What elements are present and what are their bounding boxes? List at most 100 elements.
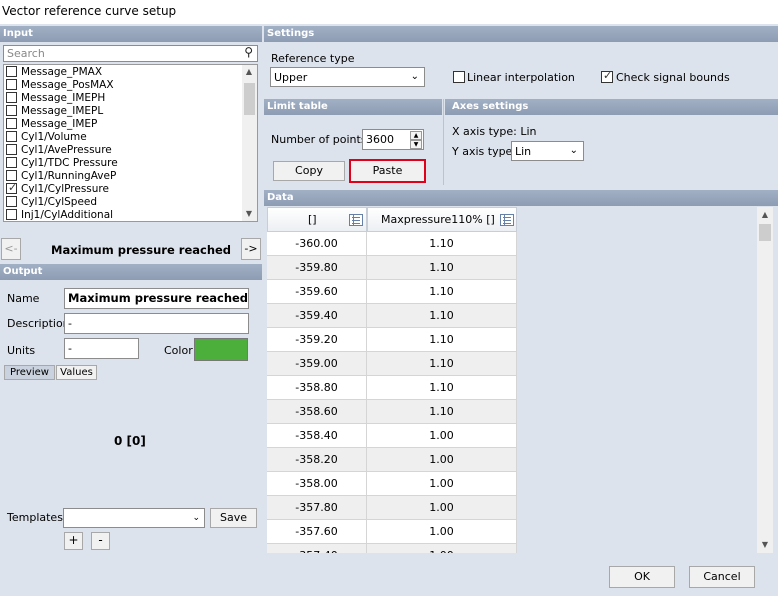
table-cell-maxpressure[interactable]: 1.10: [367, 232, 517, 256]
table-cell-x[interactable]: -358.20: [267, 448, 367, 472]
units-label: Units: [7, 344, 36, 357]
scroll-down-icon[interactable]: ▼: [758, 540, 772, 550]
list-item[interactable]: Inj1/CylAdditional: [4, 209, 244, 221]
reference-type-value: Upper: [274, 71, 308, 84]
search-input[interactable]: Search ⚲: [3, 45, 258, 62]
points-stepper[interactable]: 3600 ▲ ▼: [362, 129, 424, 150]
list-item-checkbox[interactable]: [6, 66, 17, 77]
table-cell-maxpressure[interactable]: 1.10: [367, 400, 517, 424]
list-item-checkbox[interactable]: [6, 170, 17, 181]
list-item[interactable]: Cyl1/RunningAveP: [4, 170, 244, 183]
save-template-button[interactable]: Save: [210, 508, 257, 528]
list-item[interactable]: Message_IMEPL: [4, 105, 244, 118]
list-item[interactable]: Cyl1/AvePressure: [4, 144, 244, 157]
list-item-checkbox[interactable]: [6, 157, 17, 168]
list-scrollbar[interactable]: ▲ ▼: [242, 65, 257, 221]
table-cell-maxpressure[interactable]: 1.00: [367, 448, 517, 472]
column-menu-icon[interactable]: [500, 214, 514, 226]
points-value: 3600: [366, 133, 394, 146]
table-cell-x[interactable]: -357.40: [267, 544, 367, 553]
prev-signal-button[interactable]: <-: [1, 238, 21, 260]
table-cell-maxpressure[interactable]: 1.10: [367, 256, 517, 280]
column-header-x[interactable]: []: [267, 207, 367, 232]
reference-type-select[interactable]: Upper ⌄: [270, 67, 425, 87]
units-input[interactable]: -: [64, 338, 139, 359]
list-item-checkbox[interactable]: [6, 196, 17, 207]
table-cell-x[interactable]: -358.00: [267, 472, 367, 496]
table-cell-maxpressure[interactable]: 1.00: [367, 544, 517, 553]
paste-button[interactable]: Paste: [349, 159, 426, 183]
check-signal-bounds-checkbox[interactable]: [601, 69, 613, 83]
table-cell-maxpressure[interactable]: 1.10: [367, 304, 517, 328]
tab-values[interactable]: Values: [56, 365, 97, 380]
description-input[interactable]: -: [64, 313, 249, 334]
table-cell-x[interactable]: -359.20: [267, 328, 367, 352]
list-item-checkbox[interactable]: [6, 131, 17, 142]
list-item-checkbox[interactable]: [6, 92, 17, 103]
table-cell-x[interactable]: -358.40: [267, 424, 367, 448]
table-cell-maxpressure[interactable]: 1.10: [367, 352, 517, 376]
list-item[interactable]: Message_IMEPH: [4, 92, 244, 105]
table-cell-maxpressure[interactable]: 1.10: [367, 376, 517, 400]
input-signal-list[interactable]: Message_PMAX Message_PosMAX Message_IMEPH M…: [3, 64, 258, 222]
table-cell-x[interactable]: -359.40: [267, 304, 367, 328]
list-item-checkbox[interactable]: [6, 105, 17, 116]
linear-interpolation-label: Linear interpolation: [467, 71, 575, 84]
cancel-button[interactable]: Cancel: [689, 566, 755, 588]
table-cell-maxpressure[interactable]: 1.10: [367, 328, 517, 352]
table-cell-x[interactable]: -357.80: [267, 496, 367, 520]
list-item[interactable]: Cyl1/CylSpeed: [4, 196, 244, 209]
table-cell-maxpressure[interactable]: 1.00: [367, 496, 517, 520]
list-item-label: Cyl1/CylSpeed: [21, 196, 98, 208]
next-signal-button[interactable]: ->: [241, 238, 261, 260]
list-item[interactable]: Message_IMEP: [4, 118, 244, 131]
list-item-checkbox[interactable]: [6, 118, 17, 129]
list-item[interactable]: Cyl1/TDC Pressure: [4, 157, 244, 170]
stepper-down-icon[interactable]: ▼: [410, 140, 422, 149]
remove-template-button[interactable]: -: [91, 532, 110, 550]
copy-button[interactable]: Copy: [273, 161, 345, 181]
column-menu-icon[interactable]: [349, 214, 363, 226]
table-cell-x[interactable]: -359.00: [267, 352, 367, 376]
list-item[interactable]: Cyl1/Volume: [4, 131, 244, 144]
list-item-label: Message_IMEPL: [21, 105, 104, 117]
y-axis-type-select[interactable]: Lin ⌄: [511, 141, 584, 161]
scroll-up-icon[interactable]: ▲: [242, 67, 256, 77]
table-cell-x[interactable]: -359.80: [267, 256, 367, 280]
data-scroll-thumb[interactable]: [759, 224, 771, 241]
data-table[interactable]: [] Maxpressure110% [] -360.00 1.10 -359.80…: [267, 207, 773, 553]
add-template-button[interactable]: +: [64, 532, 83, 550]
table-cell-x[interactable]: -358.60: [267, 400, 367, 424]
list-item-checkbox[interactable]: [6, 209, 17, 220]
templates-select[interactable]: ⌄: [63, 508, 205, 528]
table-cell-maxpressure[interactable]: 1.00: [367, 424, 517, 448]
name-input[interactable]: Maximum pressure reached: [64, 288, 249, 309]
ok-button[interactable]: OK: [609, 566, 675, 588]
axes-settings-header: Axes settings: [445, 99, 778, 115]
list-item[interactable]: Message_PMAX: [4, 66, 244, 79]
column-header-maxpressure[interactable]: Maxpressure110% []: [367, 207, 517, 232]
table-cell-x[interactable]: -358.80: [267, 376, 367, 400]
table-cell-maxpressure[interactable]: 1.00: [367, 520, 517, 544]
list-scroll-thumb[interactable]: [244, 83, 255, 115]
list-item-checkbox[interactable]: [6, 144, 17, 155]
list-item-checkbox[interactable]: [6, 181, 17, 194]
scroll-up-icon[interactable]: ▲: [758, 210, 772, 220]
list-item[interactable]: Message_PosMAX: [4, 79, 244, 92]
table-cell-x[interactable]: -360.00: [267, 232, 367, 256]
table-cell-maxpressure[interactable]: 1.10: [367, 280, 517, 304]
tab-preview[interactable]: Preview: [4, 365, 55, 380]
list-item[interactable]: Cyl1/CylPressure: [4, 181, 244, 196]
list-item-checkbox[interactable]: [6, 79, 17, 90]
scroll-down-icon[interactable]: ▼: [242, 209, 256, 219]
table-cell-x[interactable]: -357.60: [267, 520, 367, 544]
stepper-up-icon[interactable]: ▲: [410, 131, 422, 140]
title-bar: Vector reference curve setup: [0, 0, 778, 24]
chevron-down-icon: ⌄: [410, 71, 419, 82]
linear-interpolation-checkbox[interactable]: [453, 71, 465, 83]
data-scrollbar[interactable]: ▲ ▼: [757, 207, 773, 553]
table-cell-maxpressure[interactable]: 1.00: [367, 472, 517, 496]
color-swatch[interactable]: [194, 338, 248, 361]
table-cell-x[interactable]: -359.60: [267, 280, 367, 304]
settings-header: Settings: [264, 26, 778, 42]
